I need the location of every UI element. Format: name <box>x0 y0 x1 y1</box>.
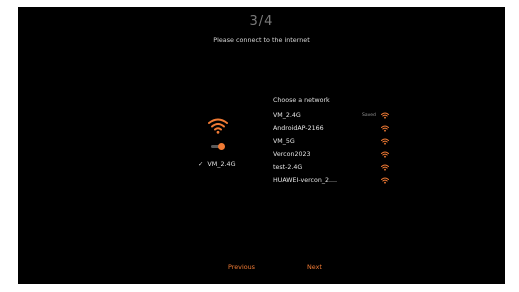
network-name: VM_2.4G <box>273 112 301 119</box>
wifi-signal-icon <box>381 112 389 119</box>
saved-badge: Saved <box>362 113 376 118</box>
network-item[interactable]: test-2.4G <box>273 161 393 174</box>
previous-button[interactable]: Previous <box>228 263 255 271</box>
network-name: AndroidAP-2166 <box>273 125 324 132</box>
network-item[interactable]: VM_2.4G Saved <box>273 109 393 122</box>
network-list: Choose a network VM_2.4G Saved AndroidAP-2… <box>273 96 393 187</box>
network-item[interactable]: AndroidAP-2166 <box>273 122 393 135</box>
network-item[interactable]: VM_5G <box>273 135 393 148</box>
wifi-signal-icon <box>381 164 389 171</box>
wifi-signal-icon <box>381 125 389 132</box>
check-icon: ✓ <box>198 160 204 168</box>
network-name: VM_5G <box>273 138 295 145</box>
wifi-signal-icon <box>381 151 389 158</box>
wifi-toggle[interactable] <box>211 143 225 150</box>
setup-screen: 3/4 Please connect to the internet ✓ VM_2… <box>18 7 505 284</box>
network-name: Vercon2023 <box>273 151 311 158</box>
next-button[interactable]: Next <box>307 263 322 271</box>
wifi-icon <box>208 118 228 134</box>
network-list-title: Choose a network <box>273 97 330 104</box>
network-name: HUAWEI-vercon_2.... <box>273 177 337 184</box>
page-subtitle: Please connect to the internet <box>213 36 310 44</box>
wifi-signal-icon <box>381 138 389 145</box>
wifi-signal-icon <box>381 177 389 184</box>
toggle-knob <box>218 143 225 150</box>
connected-network-name: VM_2.4G <box>207 160 236 168</box>
connected-network: ✓ VM_2.4G <box>198 160 236 168</box>
network-item[interactable]: Vercon2023 <box>273 148 393 161</box>
network-item[interactable]: HUAWEI-vercon_2.... <box>273 174 393 187</box>
step-indicator: 3/4 <box>249 14 274 29</box>
network-name: test-2.4G <box>273 164 303 171</box>
